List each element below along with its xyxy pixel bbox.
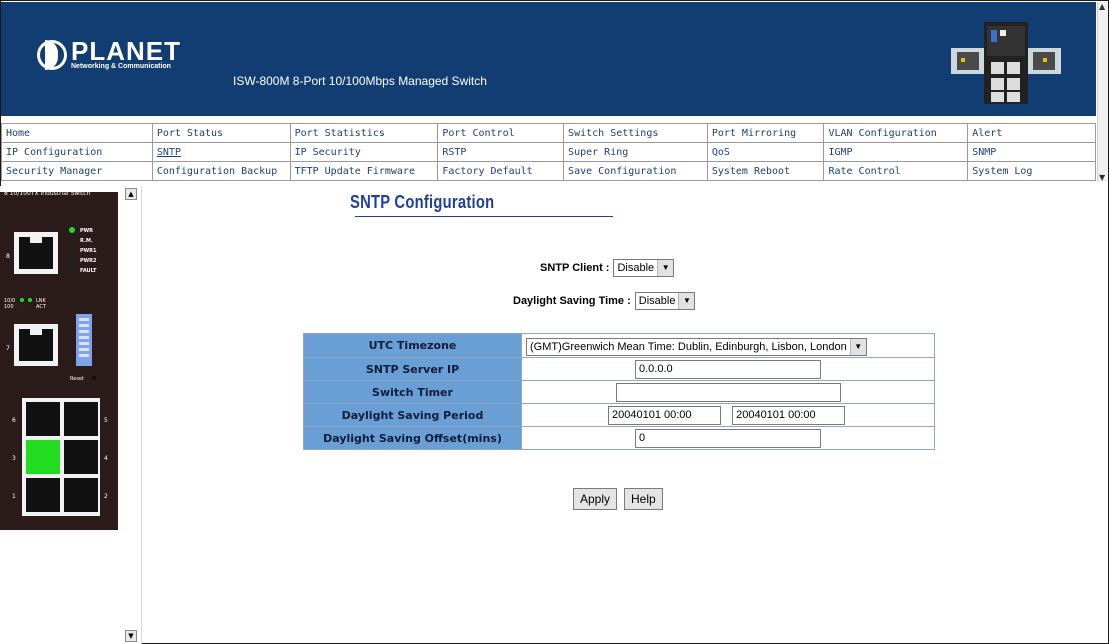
- menu-row: Security Manager Configuration Backup TFTP…: [1, 161, 1096, 181]
- menu-item-rstp[interactable]: RSTP: [437, 142, 565, 162]
- menu-item-port-status[interactable]: Port Status: [151, 123, 291, 143]
- brand-name: PLANET: [71, 36, 181, 66]
- menu-row: IP Configuration SNTP IP Security RSTP Super…: [1, 142, 1096, 162]
- svg-text:4: 4: [104, 455, 108, 462]
- page-scrollbar[interactable]: ▲ ▼: [1097, 2, 1108, 182]
- period-start-input[interactable]: 20040101 00:00: [608, 406, 721, 425]
- menu-item-security-manager[interactable]: Security Manager: [1, 161, 153, 181]
- sntp-client-row: SNTP Client : Disable ▼: [540, 259, 675, 277]
- table-row: Daylight Saving Offset(mins) 0: [303, 426, 935, 450]
- menu-item-alert[interactable]: Alert: [967, 123, 1096, 143]
- switch-timer-input[interactable]: [616, 383, 841, 402]
- period-end-input[interactable]: 20040101 00:00: [732, 406, 846, 425]
- daylight-saving-label: Daylight Saving Time :: [513, 295, 631, 307]
- chevron-down-icon[interactable]: ▼: [657, 260, 674, 276]
- daylight-saving-period-label: Daylight Saving Period: [303, 403, 522, 427]
- menu-item-system-log[interactable]: System Log: [967, 161, 1096, 181]
- menu-item-factory-default[interactable]: Factory Default: [437, 161, 565, 181]
- daylight-saving-offset-input[interactable]: 0: [635, 429, 821, 448]
- menu-item-port-statistics[interactable]: Port Statistics: [289, 123, 439, 143]
- utc-timezone-select[interactable]: (GMT)Greenwich Mean Time: Dublin, Edinbu…: [526, 338, 867, 356]
- header-banner: PLANET Networking & Communication ISW-80…: [1, 2, 1096, 116]
- daylight-saving-period-cell: 20040101 00:00 20040101 00:00: [521, 403, 935, 427]
- svg-text:1: 1: [12, 493, 16, 500]
- menu-item-switch-settings[interactable]: Switch Settings: [563, 123, 708, 143]
- svg-text:PWR2: PWR2: [80, 258, 97, 264]
- table-row: Daylight Saving Period 20040101 00:00 20…: [303, 403, 935, 427]
- utc-timezone-value: (GMT)Greenwich Mean Time: Dublin, Edinbu…: [530, 341, 847, 353]
- menu-row: Home Port Status Port Statistics Port Contr…: [1, 123, 1096, 143]
- sntp-server-ip-input[interactable]: 0.0.0.0: [635, 360, 821, 379]
- brand-tagline: Networking & Communication: [71, 63, 171, 70]
- daylight-saving-value: Disable: [638, 295, 676, 307]
- product-title: ISW-800M 8-Port 10/100Mbps Managed Switc…: [233, 74, 487, 88]
- menu-item-home[interactable]: Home: [1, 123, 153, 143]
- menu-item-system-reboot[interactable]: System Reboot: [706, 161, 825, 181]
- switch-device-icon: [951, 22, 1061, 104]
- sntp-config-table: UTC Timezone (GMT)Greenwich Mean Time: D…: [303, 333, 935, 450]
- planet-logo: PLANET Networking & Communication: [37, 36, 181, 71]
- svg-text:100: 100: [4, 304, 14, 310]
- switch-timer-cell: [521, 380, 935, 404]
- panel-scroll-up-icon[interactable]: ▲: [125, 188, 137, 200]
- device-panel-frame: 8 10/100TX Industrial Switch 8 PWR R.M. …: [0, 186, 142, 644]
- daylight-saving-offset-cell: 0: [521, 426, 935, 450]
- svg-text:R.M.: R.M.: [80, 238, 93, 244]
- planet-logo-icon: [37, 40, 67, 70]
- svg-text:6: 6: [12, 417, 16, 424]
- svg-text:2: 2: [104, 493, 108, 500]
- menu-item-sntp[interactable]: SNTP: [151, 142, 291, 162]
- daylight-saving-select[interactable]: Disable ▼: [634, 292, 696, 310]
- device-front-panel: 8 10/100TX Industrial Switch 8 PWR R.M. …: [0, 190, 118, 530]
- menu-item-configuration-backup[interactable]: Configuration Backup: [151, 161, 291, 181]
- utc-timezone-label: UTC Timezone: [303, 333, 522, 358]
- sntp-client-label: SNTP Client :: [540, 262, 610, 274]
- scroll-up-icon[interactable]: ▲: [1099, 2, 1105, 11]
- svg-text:Reset: Reset: [70, 376, 84, 382]
- help-button[interactable]: Help: [624, 488, 663, 510]
- svg-text:PWR: PWR: [80, 228, 93, 234]
- svg-text:PWR1: PWR1: [80, 248, 97, 254]
- svg-text:3: 3: [12, 455, 16, 462]
- table-row: UTC Timezone (GMT)Greenwich Mean Time: D…: [303, 333, 935, 358]
- menu-item-port-control[interactable]: Port Control: [437, 123, 565, 143]
- sntp-client-select[interactable]: Disable ▼: [613, 259, 675, 277]
- device-panel-graphic: 8 PWR R.M. PWR1 PWR2 FAULT 10/0 100 LNK …: [4, 227, 108, 516]
- apply-button[interactable]: Apply: [573, 488, 618, 510]
- table-row: Switch Timer: [303, 380, 935, 404]
- table-row: SNTP Server IP 0.0.0.0: [303, 357, 935, 381]
- svg-text:FAULT: FAULT: [80, 268, 97, 274]
- menu-item-rate-control[interactable]: Rate Control: [823, 161, 969, 181]
- menu-item-port-mirroring[interactable]: Port Mirroring: [706, 123, 825, 143]
- menu-item-igmp[interactable]: IGMP: [823, 142, 969, 162]
- menu-item-qos[interactable]: QoS: [706, 142, 825, 162]
- chevron-down-icon[interactable]: ▼: [678, 293, 695, 309]
- switch-timer-label: Switch Timer: [303, 380, 522, 404]
- main-menu: Home Port Status Port Statistics Port Contr…: [1, 123, 1096, 181]
- svg-text:ACT: ACT: [36, 304, 47, 310]
- scroll-down-icon[interactable]: ▼: [1099, 173, 1105, 182]
- sntp-server-ip-label: SNTP Server IP: [303, 357, 522, 381]
- menu-item-tftp-update-firmware[interactable]: TFTP Update Firmware: [289, 161, 439, 181]
- panel-scroll-down-icon[interactable]: ▼: [125, 630, 137, 642]
- menu-item-snmp[interactable]: SNMP: [967, 142, 1096, 162]
- menu-item-ip-configuration[interactable]: IP Configuration: [1, 142, 153, 162]
- svg-text:5: 5: [104, 417, 108, 424]
- sntp-client-value: Disable: [617, 262, 655, 274]
- sntp-server-ip-cell: 0.0.0.0: [521, 357, 935, 381]
- daylight-saving-offset-label: Daylight Saving Offset(mins): [303, 426, 522, 450]
- menu-item-ip-security[interactable]: IP Security: [289, 142, 439, 162]
- utc-timezone-cell: (GMT)Greenwich Mean Time: Dublin, Edinbu…: [521, 333, 935, 358]
- svg-text:7: 7: [6, 345, 10, 352]
- menu-item-super-ring[interactable]: Super Ring: [563, 142, 708, 162]
- page-title: SNTP Configuration: [350, 192, 495, 212]
- panel-scrollbar[interactable]: ▲ ▼: [125, 186, 138, 644]
- menu-item-save-configuration[interactable]: Save Configuration: [563, 161, 708, 181]
- menu-item-vlan-configuration[interactable]: VLAN Configuration: [823, 123, 969, 143]
- svg-text:8: 8: [6, 253, 10, 260]
- chevron-down-icon[interactable]: ▼: [849, 339, 866, 355]
- title-underline: [355, 216, 613, 217]
- daylight-saving-row: Daylight Saving Time : Disable ▼: [513, 292, 696, 310]
